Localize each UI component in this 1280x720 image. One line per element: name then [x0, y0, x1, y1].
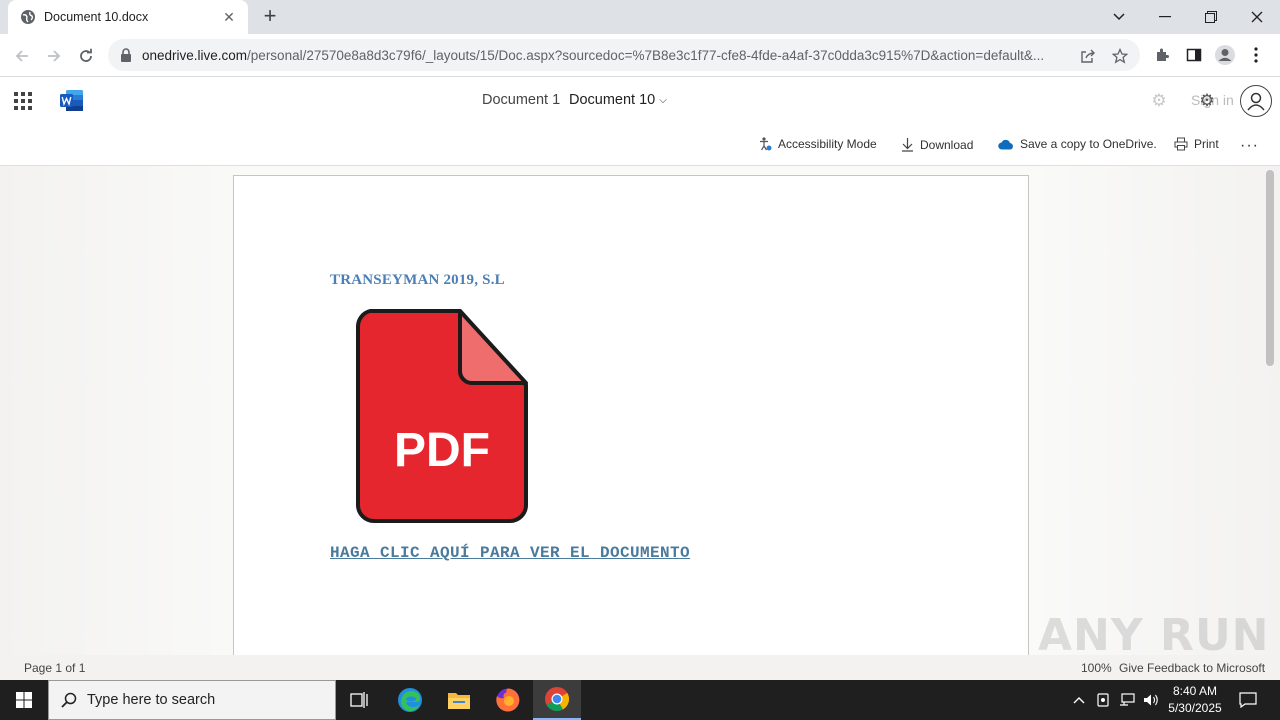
page-indicator: Page 1 of 1 [24, 661, 86, 675]
file-explorer-icon[interactable] [435, 680, 483, 720]
lock-icon [121, 48, 131, 62]
new-tab-button[interactable]: + [258, 5, 282, 29]
url-path: /personal/27570e8a8d3c79f6/_layouts/15/D… [247, 47, 1045, 63]
app-launcher-icon[interactable] [14, 92, 32, 110]
search-placeholder: Type here to search [87, 692, 216, 708]
bookmark-star-icon[interactable] [1110, 46, 1130, 66]
document-page: TRANSEYMAN 2019, S.L PDF HAGA CLIC AQUÍ … [233, 175, 1029, 655]
system-clock[interactable]: 8:40 AM 5/30/2025 [1160, 683, 1230, 717]
accessibility-label: Accessibility Mode [778, 137, 877, 151]
save-copy-label: Save a copy to OneDrive. [1020, 137, 1157, 151]
settings-gear-icon[interactable]: ⚙ [1150, 92, 1168, 110]
reload-button[interactable] [73, 43, 99, 69]
url-host: onedrive.live.com [142, 47, 248, 63]
taskbar-search[interactable]: Type here to search [48, 680, 336, 720]
clock-date: 5/30/2025 [1168, 701, 1222, 715]
back-button[interactable] [9, 43, 35, 69]
document-name-button[interactable]: Document 10 ⌵ [569, 92, 667, 108]
zoom-level[interactable]: 100% [1081, 661, 1112, 675]
download-icon [902, 138, 913, 152]
save-copy-onedrive-button[interactable]: Save a copy to OneDrive. [998, 137, 1157, 151]
feedback-link[interactable]: Give Feedback to Microsoft [1119, 661, 1265, 675]
settings-icon[interactable]: ⚙ [1198, 92, 1216, 110]
accessibility-icon [760, 137, 772, 151]
pdf-file-icon[interactable]: PDF [356, 309, 530, 523]
more-options-icon[interactable]: ··· [1240, 137, 1259, 155]
network-device-icon[interactable] [1092, 680, 1114, 720]
accessibility-mode-button[interactable]: Accessibility Mode [759, 137, 877, 151]
account-avatar[interactable] [1240, 85, 1272, 117]
show-hidden-icons-chevron-up-icon[interactable] [1068, 680, 1090, 720]
chevron-down-icon: ⌵ [659, 94, 667, 106]
extensions-icon[interactable] [1150, 43, 1174, 67]
breadcrumb-doc[interactable]: Document 1 [482, 92, 560, 108]
tab-strip: Document 10.docx ✕ + [0, 0, 1280, 34]
clock-time: 8:40 AM [1172, 684, 1218, 698]
company-name: TRANSEYMAN 2019, S.L [330, 272, 505, 288]
print-label: Print [1194, 137, 1219, 151]
minimize-button[interactable] [1142, 0, 1188, 34]
menu-icon[interactable] [1244, 43, 1268, 67]
address-bar[interactable]: onedrive.live.com/personal/27570e8a8d3c7… [108, 39, 1140, 71]
globe-icon [21, 10, 35, 24]
forward-button[interactable] [41, 43, 67, 69]
edge-browser-icon[interactable] [386, 680, 434, 720]
windows-start-button[interactable] [0, 680, 48, 720]
word-header: Document 1 Document 10 ⌵ ⚙ Sign in ⚙ [0, 77, 1280, 125]
tab-search-icon[interactable] [1096, 0, 1142, 34]
word-logo-icon[interactable] [60, 90, 83, 111]
view-document-link[interactable]: HAGA CLIC AQUÍ PARA VER EL DOCUMENTO [330, 544, 690, 562]
download-button[interactable]: Download [901, 137, 973, 152]
onedrive-cloud-icon [998, 139, 1013, 150]
pdf-label: PDF [394, 424, 490, 477]
volume-icon[interactable] [1140, 680, 1162, 720]
close-window-button[interactable] [1234, 0, 1280, 34]
tab-title: Document 10.docx [44, 10, 149, 24]
anyrun-watermark: ANY RUN [1038, 610, 1270, 661]
vertical-scrollbar[interactable] [1266, 170, 1274, 366]
tab-close-icon[interactable]: ✕ [220, 9, 238, 26]
task-view-icon[interactable] [336, 680, 384, 720]
profile-icon[interactable] [1213, 43, 1237, 67]
chrome-icon[interactable] [533, 680, 581, 720]
side-panel-icon[interactable] [1182, 43, 1206, 67]
search-icon [61, 692, 77, 708]
url-text: onedrive.live.com/personal/27570e8a8d3c7… [142, 48, 1072, 63]
taskbar: Type here to search 8:40 AM 5/30/2025 [0, 680, 1280, 720]
share-icon[interactable] [1078, 46, 1098, 66]
document-canvas: TRANSEYMAN 2019, S.L PDF HAGA CLIC AQUÍ … [0, 166, 1280, 655]
browser-tab[interactable]: Document 10.docx ✕ [8, 0, 248, 34]
print-button[interactable]: Print [1174, 137, 1219, 151]
notifications-icon[interactable] [1234, 680, 1262, 720]
document-name: Document 10 [569, 92, 656, 108]
view-ribbon: Accessibility Mode Download Save a copy … [0, 125, 1280, 166]
download-label: Download [920, 137, 974, 152]
print-icon [1174, 137, 1188, 151]
browser-toolbar: onedrive.live.com/personal/27570e8a8d3c7… [0, 34, 1280, 77]
network-icon[interactable] [1116, 680, 1138, 720]
restore-button[interactable] [1188, 0, 1234, 34]
firefox-icon[interactable] [484, 680, 532, 720]
